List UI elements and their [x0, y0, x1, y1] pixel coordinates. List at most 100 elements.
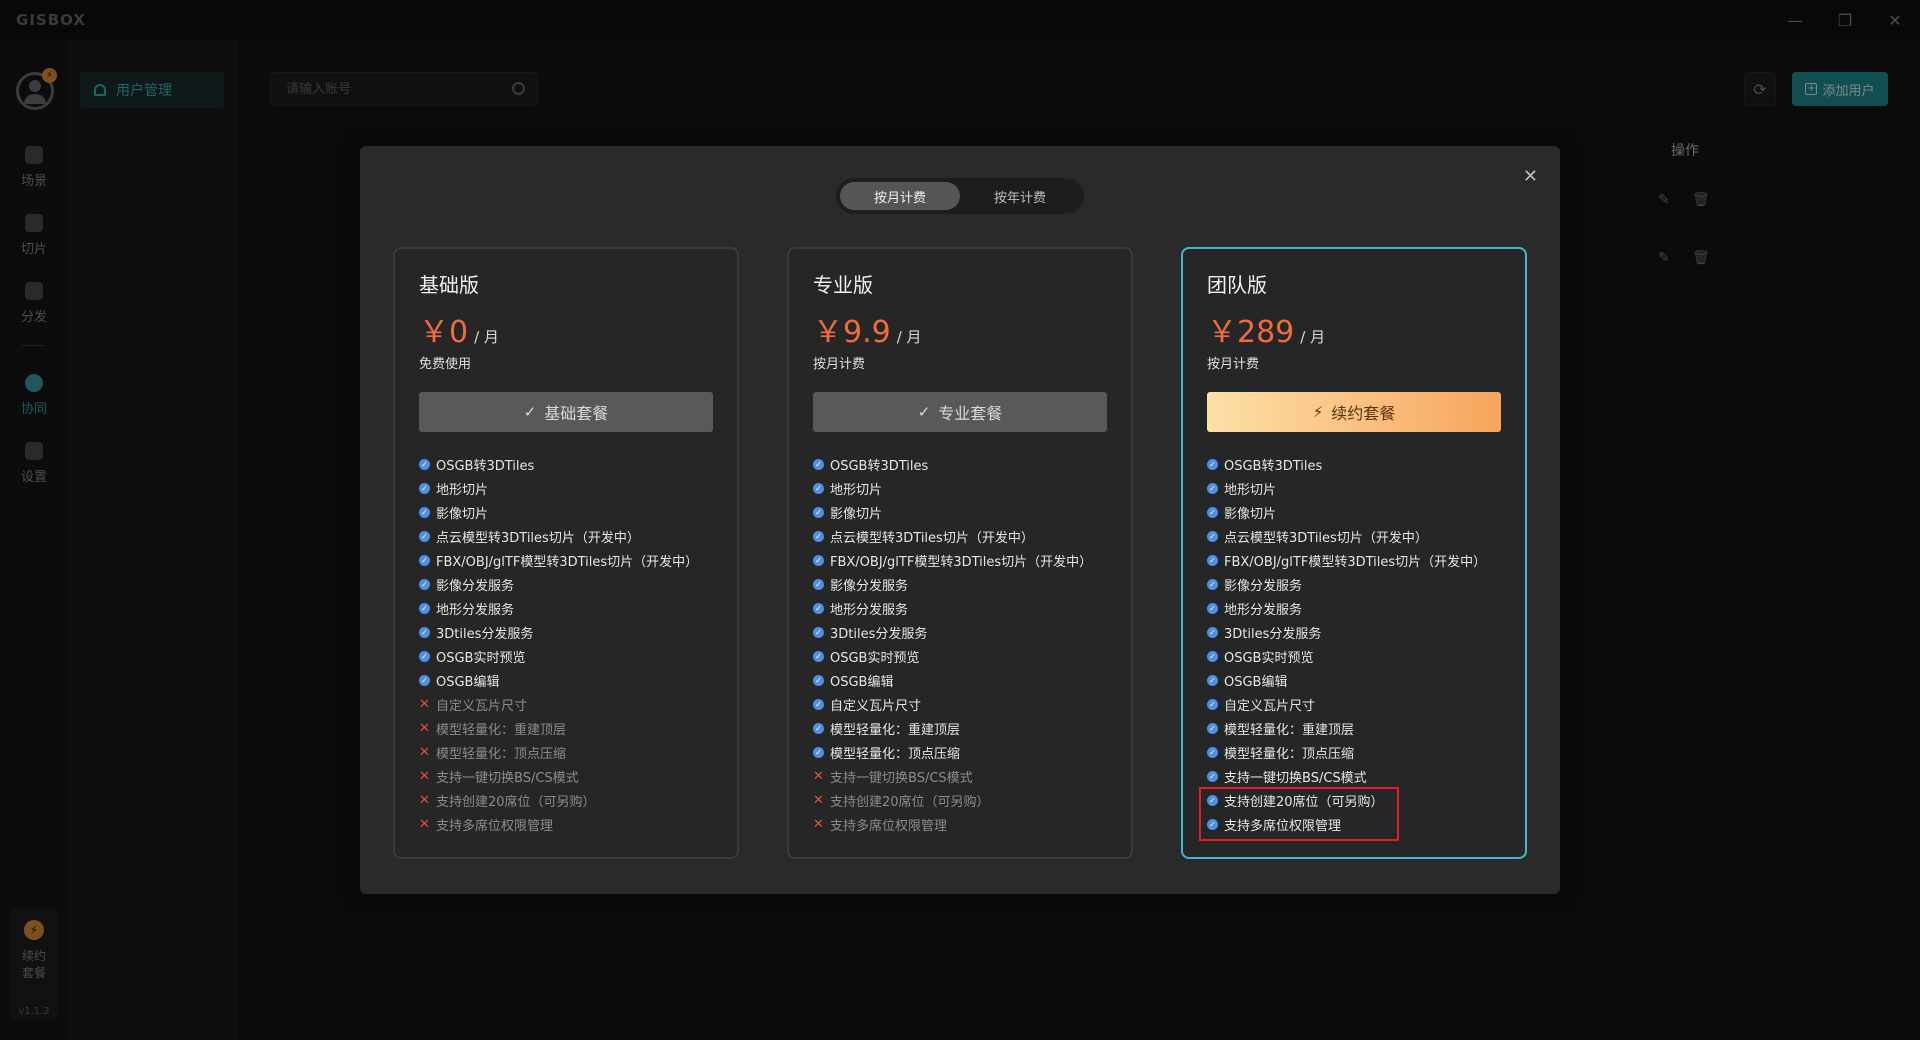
- feature-item: ✓ 影像分发服务: [1207, 572, 1507, 596]
- app-window: GISBOX — ❐ ✕ ⚡ 场景 切片 分发 协同 设置 ⚡ 续约套餐 v1.…: [0, 0, 1920, 1040]
- feature-label: 支持多席位权限管理: [436, 818, 554, 834]
- feature-item: ✓ 地形分发服务: [1207, 596, 1507, 620]
- feature-label: OSGB编辑: [436, 674, 500, 690]
- check-circle-icon: ✓: [813, 602, 824, 614]
- pro-plan-button[interactable]: ✓ 专业套餐: [813, 392, 1107, 432]
- plan-card-team: 团队版 ￥289 / 月 按月计费 ⚡ 续约套餐 ✓ OSGB转3DTiles ✓ 地…: [1181, 247, 1527, 859]
- feature-item: ✕ 支持一键切换BS/CS模式: [813, 764, 1113, 788]
- feature-label: 支持多席位权限管理: [830, 818, 948, 834]
- cross-icon: ✕: [813, 816, 824, 832]
- feature-item: ✓ 3Dtiles分发服务: [1207, 620, 1507, 644]
- plan-price: ￥0 / 月: [419, 307, 499, 351]
- plan-price: ￥9.9 / 月: [813, 307, 922, 351]
- price-unit: / 月: [1300, 328, 1326, 346]
- check-circle-icon: ✓: [419, 674, 430, 686]
- feature-item: ✓ 自定义瓦片尺寸: [1207, 692, 1507, 716]
- check-circle-icon: ✓: [813, 530, 824, 542]
- check-circle-icon: ✓: [813, 626, 824, 638]
- feature-label: 影像分发服务: [830, 578, 909, 594]
- feature-item: ✓ OSGB转3DTiles: [419, 452, 719, 476]
- plan-button-label: 基础套餐: [544, 404, 609, 423]
- check-circle-icon: ✓: [1207, 482, 1218, 494]
- feature-item: ✓ 地形切片: [813, 476, 1113, 500]
- feature-list: ✓ OSGB转3DTiles ✓ 地形切片 ✓ 影像切片 ✓ 点云模型转3DTiles切片（开…: [813, 452, 1113, 836]
- feature-label: 3Dtiles分发服务: [436, 626, 534, 642]
- feature-item: ✕ 支持一键切换BS/CS模式: [419, 764, 719, 788]
- feature-item: ✓ 影像切片: [419, 500, 719, 524]
- check-circle-icon: ✓: [1207, 674, 1218, 686]
- feature-item: ✓ OSGB编辑: [1207, 668, 1507, 692]
- feature-label: 影像分发服务: [1224, 578, 1303, 594]
- feature-item: ✓ 3Dtiles分发服务: [419, 620, 719, 644]
- check-circle-icon: ✓: [419, 482, 430, 494]
- check-circle-icon: ✓: [1207, 650, 1218, 662]
- basic-plan-button[interactable]: ✓ 基础套餐: [419, 392, 713, 432]
- check-circle-icon: ✓: [813, 698, 824, 710]
- feature-label: 模型轻量化：重建顶层: [436, 722, 567, 738]
- feature-item: ✓ 点云模型转3DTiles切片（开发中）: [1207, 524, 1507, 548]
- feature-label: 点云模型转3DTiles切片（开发中）: [1224, 530, 1428, 546]
- feature-item: ✕ 支持多席位权限管理: [419, 812, 719, 836]
- feature-label: 地形切片: [1224, 482, 1277, 498]
- check-circle-icon: ✓: [1207, 554, 1218, 566]
- price-value: ￥289: [1207, 315, 1295, 350]
- check-circle-icon: ✓: [1207, 698, 1218, 710]
- check-circle-icon: ✓: [813, 458, 824, 470]
- check-circle-icon: ✓: [419, 650, 430, 662]
- feature-label: 地形切片: [436, 482, 489, 498]
- feature-item: ✕ 支持创建20席位（可另购）: [813, 788, 1113, 812]
- feature-item: ✓ 点云模型转3DTiles切片（开发中）: [419, 524, 719, 548]
- feature-item: ✓ 影像分发服务: [419, 572, 719, 596]
- plan-name: 专业版: [813, 273, 873, 297]
- feature-item: ✓ OSGB编辑: [419, 668, 719, 692]
- check-circle-icon: ✓: [813, 722, 824, 734]
- feature-label: 模型轻量化：顶点压缩: [436, 746, 567, 762]
- plan-description: 按月计费: [1207, 357, 1260, 372]
- feature-label: OSGB编辑: [830, 674, 894, 690]
- feature-item: ✕ 自定义瓦片尺寸: [419, 692, 719, 716]
- feature-label: 模型轻量化：顶点压缩: [830, 746, 961, 762]
- feature-item: ✓ 点云模型转3DTiles切片（开发中）: [813, 524, 1113, 548]
- check-circle-icon: ✓: [419, 578, 430, 590]
- check-circle-icon: ✓: [1207, 602, 1218, 614]
- feature-label: 支持一键切换BS/CS模式: [830, 770, 973, 786]
- feature-item: ✕ 模型轻量化：重建顶层: [419, 716, 719, 740]
- feature-item: ✓ 支持创建20席位（可另购）: [1207, 788, 1507, 812]
- cross-icon: ✕: [419, 816, 430, 832]
- feature-label: 点云模型转3DTiles切片（开发中）: [436, 530, 640, 546]
- feature-label: 影像切片: [1224, 506, 1277, 522]
- close-icon[interactable]: ✕: [1523, 166, 1538, 187]
- feature-label: 模型轻量化：重建顶层: [830, 722, 961, 738]
- tab-monthly[interactable]: 按月计费: [840, 182, 960, 210]
- feature-label: 影像切片: [830, 506, 883, 522]
- feature-label: OSGB实时预览: [830, 650, 920, 666]
- feature-label: 地形分发服务: [830, 602, 909, 618]
- check-circle-icon: ✓: [1207, 746, 1218, 758]
- billing-period-toggle: 按月计费 按年计费: [836, 178, 1084, 214]
- price-value: ￥9.9: [813, 315, 891, 350]
- feature-label: 3Dtiles分发服务: [1224, 626, 1322, 642]
- feature-item: ✓ FBX/OBJ/glTF模型转3DTiles切片（开发中）: [813, 548, 1113, 572]
- feature-label: 地形分发服务: [436, 602, 515, 618]
- feature-item: ✓ 支持一键切换BS/CS模式: [1207, 764, 1507, 788]
- check-circle-icon: ✓: [1207, 458, 1218, 470]
- feature-label: 支持创建20席位（可另购）: [830, 794, 990, 810]
- feature-item: ✓ 地形切片: [1207, 476, 1507, 500]
- feature-label: 自定义瓦片尺寸: [1224, 698, 1316, 714]
- plan-button-label: 专业套餐: [938, 404, 1003, 423]
- renew-plan-primary-button[interactable]: ⚡ 续约套餐: [1207, 392, 1501, 432]
- feature-item: ✓ FBX/OBJ/glTF模型转3DTiles切片（开发中）: [1207, 548, 1507, 572]
- price-unit: / 月: [896, 328, 922, 346]
- cross-icon: ✕: [419, 792, 430, 808]
- feature-label: 自定义瓦片尺寸: [436, 698, 528, 714]
- feature-item: ✓ 自定义瓦片尺寸: [813, 692, 1113, 716]
- check-circle-icon: ✓: [1207, 818, 1218, 830]
- plan-name: 基础版: [419, 273, 479, 297]
- check-circle-icon: ✓: [419, 554, 430, 566]
- feature-item: ✓ 模型轻量化：顶点压缩: [1207, 740, 1507, 764]
- plan-card-pro: 专业版 ￥9.9 / 月 按月计费 ✓ 专业套餐 ✓ OSGB转3DTiles ✓ 地…: [787, 247, 1133, 859]
- check-circle-icon: ✓: [813, 578, 824, 590]
- check-circle-icon: ✓: [813, 482, 824, 494]
- feature-item: ✓ 支持多席位权限管理: [1207, 812, 1507, 836]
- tab-yearly[interactable]: 按年计费: [960, 182, 1080, 210]
